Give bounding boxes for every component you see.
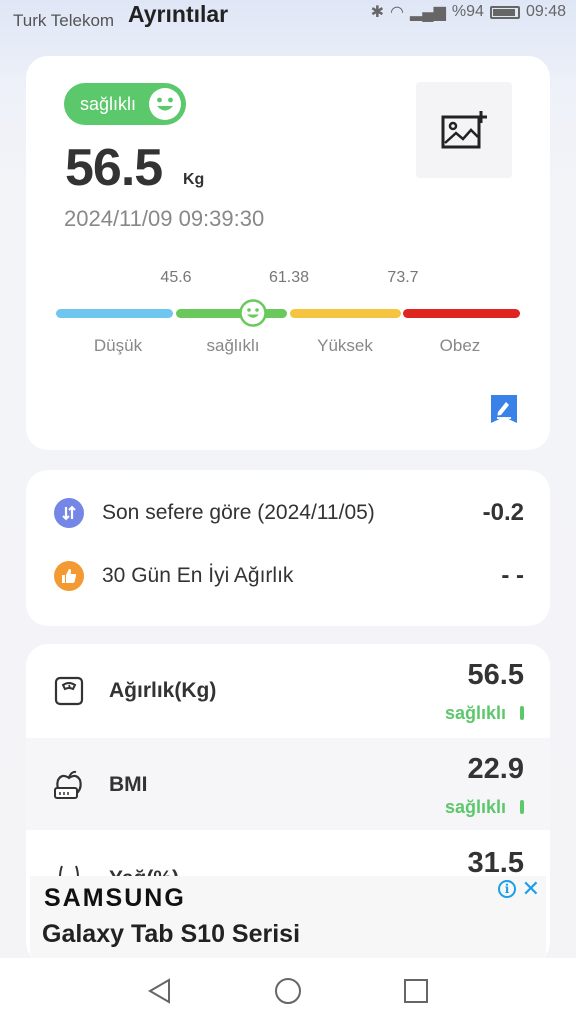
info-icon[interactable]: i bbox=[498, 880, 516, 898]
status-badge-label: sağlıklı bbox=[80, 93, 137, 114]
status-badge: sağlıklı bbox=[64, 83, 186, 125]
ad-banner[interactable]: SAMSUNG Galaxy Tab S10 Serisi i ✕ bbox=[30, 876, 546, 958]
thumbs-up-icon bbox=[54, 561, 84, 591]
range-label-obese: Obez bbox=[439, 336, 481, 355]
metric-value-bmi: 22.9 bbox=[467, 753, 524, 785]
bluetooth-icon: ✱ bbox=[370, 4, 384, 21]
metric-name-bmi: BMI bbox=[109, 773, 148, 796]
metric-status-weight: sağlıklı bbox=[444, 703, 506, 723]
range-segment-healthy bbox=[176, 309, 287, 318]
metric-status-bmi: sağlıklı bbox=[444, 797, 506, 817]
status-bar: Turk Telekom Ayrıntılar ✱ ◠ ▂▄▆ %94 09:4… bbox=[0, 0, 576, 40]
nav-recents-icon[interactable] bbox=[401, 976, 431, 1006]
compare-value-best: - - bbox=[501, 562, 524, 589]
metric-row-bmi[interactable]: BMI 22.9 sağlıklı bbox=[26, 738, 550, 830]
edit-icon bbox=[491, 395, 517, 423]
summary-card: sağlıklı 56.5 Kg 2024/11/09 09:39:30 45.… bbox=[26, 56, 550, 450]
compare-row-last[interactable]: Son sefere göre (2024/11/05) -0.2 bbox=[54, 493, 524, 533]
signal-icon: ▂▄▆ bbox=[409, 4, 446, 21]
weight-value: 56.5 bbox=[65, 139, 163, 197]
compare-value-last: -0.2 bbox=[482, 499, 524, 526]
edit-button[interactable] bbox=[490, 394, 518, 424]
metric-row-weight[interactable]: Ağırlık(Kg) 56.5 sağlıklı bbox=[26, 644, 550, 736]
metric-value-weight: 56.5 bbox=[467, 659, 524, 691]
weight-unit: Kg bbox=[183, 171, 205, 188]
clock: 09:48 bbox=[525, 3, 566, 20]
compare-label-last: Son sefere göre (2024/11/05) bbox=[102, 501, 375, 524]
range-label-high: Yüksek bbox=[317, 336, 373, 355]
battery-icon bbox=[489, 5, 520, 19]
ad-text: Galaxy Tab S10 Serisi bbox=[42, 920, 301, 948]
add-photo-button[interactable] bbox=[416, 82, 512, 178]
metric-status-indicator bbox=[520, 800, 524, 814]
close-icon[interactable]: ✕ bbox=[522, 876, 540, 902]
range-segment-low bbox=[56, 309, 173, 318]
range-segment-obese bbox=[403, 309, 520, 318]
ad-brand: SAMSUNG bbox=[44, 884, 186, 912]
nav-home-icon[interactable] bbox=[273, 976, 303, 1006]
carrier-name: Turk Telekom bbox=[13, 11, 115, 30]
compare-card: Son sefere göre (2024/11/05) -0.2 30 Gün… bbox=[26, 470, 550, 626]
measurement-datetime: 2024/11/09 09:39:30 bbox=[64, 206, 265, 231]
range-marker-smiley-icon bbox=[239, 299, 267, 327]
status-icons: ✱ ◠ ▂▄▆ %94 09:48 bbox=[371, 2, 566, 22]
apple-scale-icon bbox=[54, 770, 82, 799]
range-threshold-mid: 61.38 bbox=[268, 269, 310, 286]
range-threshold-high: 73.7 bbox=[387, 269, 419, 286]
smiley-icon bbox=[149, 88, 181, 120]
add-image-icon bbox=[441, 111, 487, 149]
metric-status-indicator bbox=[520, 706, 524, 720]
system-nav-bar bbox=[0, 958, 576, 1024]
compare-label-best: 30 Gün En İyi Ağırlık bbox=[102, 564, 294, 587]
metric-name-weight: Ağırlık(Kg) bbox=[109, 679, 217, 702]
compare-arrows-icon bbox=[54, 498, 84, 528]
range-segment-high bbox=[290, 309, 401, 318]
range-label-low: Düşük bbox=[93, 336, 143, 355]
range-threshold-low: 45.6 bbox=[160, 269, 192, 286]
page-title: Ayrıntılar bbox=[128, 1, 229, 27]
scale-icon bbox=[54, 676, 84, 706]
nav-back-icon[interactable] bbox=[145, 976, 175, 1006]
compare-row-best[interactable]: 30 Gün En İyi Ağırlık - - bbox=[54, 556, 524, 596]
battery-text: %94 bbox=[451, 3, 484, 20]
wifi-icon: ◠ bbox=[390, 4, 404, 21]
range-label-healthy: sağlıklı bbox=[206, 336, 260, 355]
